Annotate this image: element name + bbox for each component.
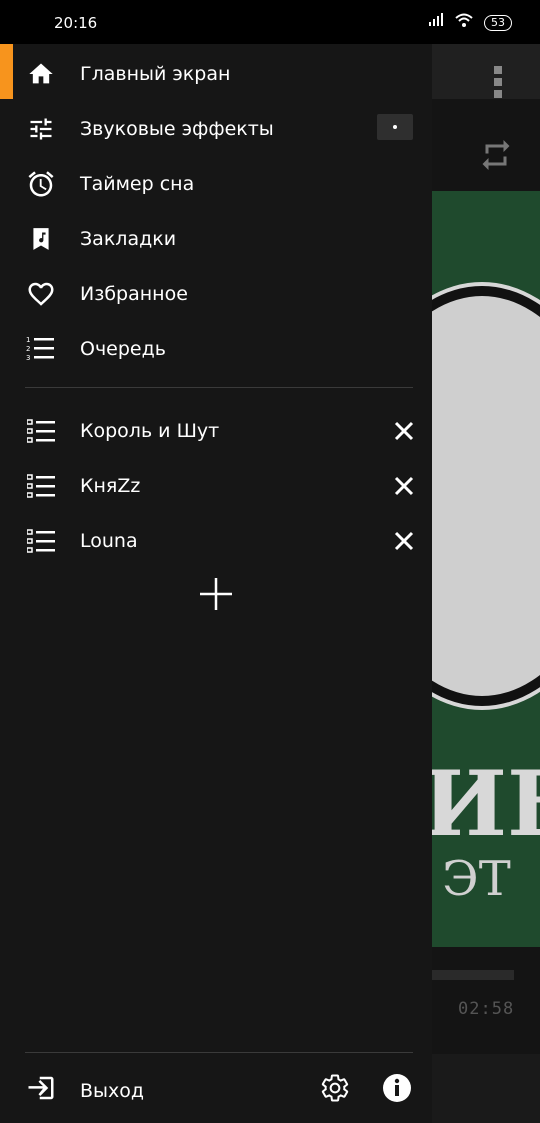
wifi-icon bbox=[454, 12, 474, 33]
playlist-label: Король и Шут bbox=[80, 420, 220, 442]
menu-item-queue[interactable]: 123 Очередь bbox=[0, 321, 432, 376]
menu-item-label: Таймер сна bbox=[80, 173, 195, 195]
divider bbox=[25, 387, 413, 388]
menu-item-label: Главный экран bbox=[80, 63, 231, 85]
svg-text:3: 3 bbox=[26, 354, 30, 362]
playlist-item[interactable]: Король и Шут bbox=[0, 403, 432, 458]
bookmark-music-icon bbox=[26, 224, 56, 254]
playlist-label: КняZz bbox=[80, 475, 141, 497]
exit-button[interactable]: Выход bbox=[80, 1080, 144, 1102]
menu-item-sleep-timer[interactable]: Таймер сна bbox=[0, 156, 432, 211]
menu-item-bookmarks[interactable]: Закладки bbox=[0, 211, 432, 266]
seek-bar[interactable] bbox=[432, 970, 514, 980]
playlist-icon bbox=[26, 416, 56, 446]
navigation-drawer: Главный экран Звуковые эффекты Таймер сн… bbox=[0, 44, 432, 1123]
close-icon[interactable] bbox=[390, 417, 418, 445]
info-icon[interactable] bbox=[381, 1072, 413, 1109]
menu-item-home[interactable]: Главный экран bbox=[0, 46, 432, 101]
home-icon bbox=[26, 59, 56, 89]
signal-icon bbox=[428, 13, 444, 32]
playlist-item[interactable]: Louna bbox=[0, 513, 432, 568]
playlist-icon bbox=[26, 471, 56, 501]
playlist-label: Louna bbox=[80, 530, 138, 552]
exit-icon[interactable] bbox=[26, 1073, 56, 1108]
player-toolbar bbox=[432, 44, 540, 99]
status-time: 20:16 bbox=[54, 14, 98, 32]
playlist-item[interactable]: КняZz bbox=[0, 458, 432, 513]
menu-item-favorites[interactable]: Избранное bbox=[0, 266, 432, 321]
more-vert-icon[interactable] bbox=[493, 66, 503, 103]
equalizer-icon bbox=[26, 114, 56, 144]
album-art: ИЕ ЭТ bbox=[432, 191, 540, 947]
menu-item-label: Закладки bbox=[80, 228, 177, 250]
heart-icon bbox=[26, 279, 56, 309]
close-icon[interactable] bbox=[390, 527, 418, 555]
svg-text:2: 2 bbox=[26, 345, 30, 353]
close-icon[interactable] bbox=[390, 472, 418, 500]
repeat-icon[interactable] bbox=[478, 137, 514, 178]
alarm-icon bbox=[26, 169, 56, 199]
battery-indicator: 53 bbox=[484, 14, 512, 31]
svg-text:1: 1 bbox=[26, 336, 30, 344]
effects-status-badge bbox=[377, 114, 413, 140]
menu-item-label: Избранное bbox=[80, 283, 188, 305]
menu-item-label: Очередь bbox=[80, 338, 166, 360]
player-controls bbox=[432, 1054, 540, 1123]
status-bar: 20:16 53 bbox=[0, 0, 540, 44]
queue-icon: 123 bbox=[26, 334, 56, 364]
menu-item-label: Звуковые эффекты bbox=[80, 118, 274, 140]
footer-divider bbox=[25, 1052, 413, 1053]
gear-icon[interactable] bbox=[320, 1073, 350, 1108]
menu-item-sound-effects[interactable]: Звуковые эффекты bbox=[0, 101, 432, 156]
track-time: 02:58 bbox=[458, 999, 515, 1019]
add-playlist-button[interactable] bbox=[196, 574, 236, 614]
playlist-icon bbox=[26, 526, 56, 556]
